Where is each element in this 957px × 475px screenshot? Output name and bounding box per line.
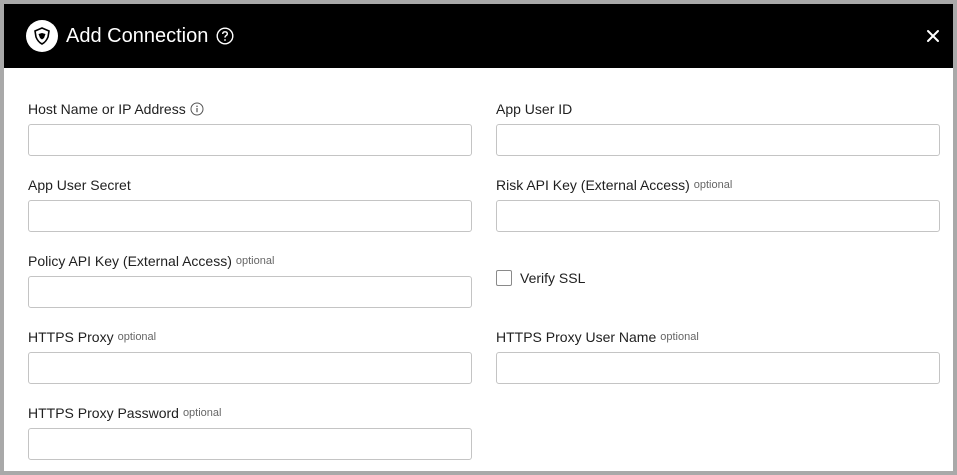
app-user-secret-label-text: App User Secret	[28, 177, 131, 193]
host-label-text: Host Name or IP Address	[28, 101, 186, 117]
host-input[interactable]	[28, 124, 472, 156]
add-connection-dialog: Add Connection Host Name or IP Address A…	[0, 0, 957, 475]
info-icon[interactable]	[190, 102, 204, 116]
https-proxy-label-text: HTTPS Proxy	[28, 329, 114, 345]
https-proxy-password-label-text: HTTPS Proxy Password	[28, 405, 179, 421]
https-proxy-user-label: HTTPS Proxy User Name optional	[496, 328, 699, 346]
app-user-id-label: App User ID	[496, 100, 572, 118]
https-proxy-password-label: HTTPS Proxy Password optional	[28, 404, 221, 422]
verify-ssl-label[interactable]: Verify SSL	[520, 270, 585, 286]
https-proxy-password-input[interactable]	[28, 428, 472, 460]
policy-api-key-label: Policy API Key (External Access) optiona…	[28, 252, 274, 270]
verify-ssl-checkbox[interactable]	[496, 270, 512, 286]
https-proxy-user-label-text: HTTPS Proxy User Name	[496, 329, 657, 345]
app-user-secret-label: App User Secret	[28, 176, 131, 194]
risk-api-key-label: Risk API Key (External Access) optional	[496, 176, 732, 194]
dialog-header: Add Connection	[4, 4, 953, 68]
optional-tag: optional	[235, 255, 275, 267]
optional-tag: optional	[693, 179, 733, 191]
dialog-title: Add Connection	[66, 25, 209, 47]
verify-ssl-option[interactable]: Verify SSL	[496, 270, 585, 286]
https-proxy-input[interactable]	[28, 352, 472, 384]
policy-api-key-label-text: Policy API Key (External Access)	[28, 253, 232, 269]
optional-tag: optional	[660, 331, 699, 343]
optional-tag: optional	[117, 331, 157, 343]
policy-api-key-input[interactable]	[28, 276, 472, 308]
shield-logo-icon	[26, 20, 58, 52]
app-user-id-label-text: App User ID	[496, 101, 573, 117]
optional-tag: optional	[182, 407, 222, 419]
https-proxy-user-input[interactable]	[496, 352, 940, 384]
help-circle-icon[interactable]	[216, 27, 234, 45]
https-proxy-label: HTTPS Proxy optional	[28, 328, 156, 346]
risk-api-key-input[interactable]	[496, 200, 940, 232]
risk-api-key-label-text: Risk API Key (External Access)	[496, 177, 690, 193]
app-user-secret-input[interactable]	[28, 200, 472, 232]
host-label: Host Name or IP Address	[28, 100, 204, 118]
close-icon[interactable]	[923, 26, 943, 46]
app-user-id-input[interactable]	[496, 124, 940, 156]
